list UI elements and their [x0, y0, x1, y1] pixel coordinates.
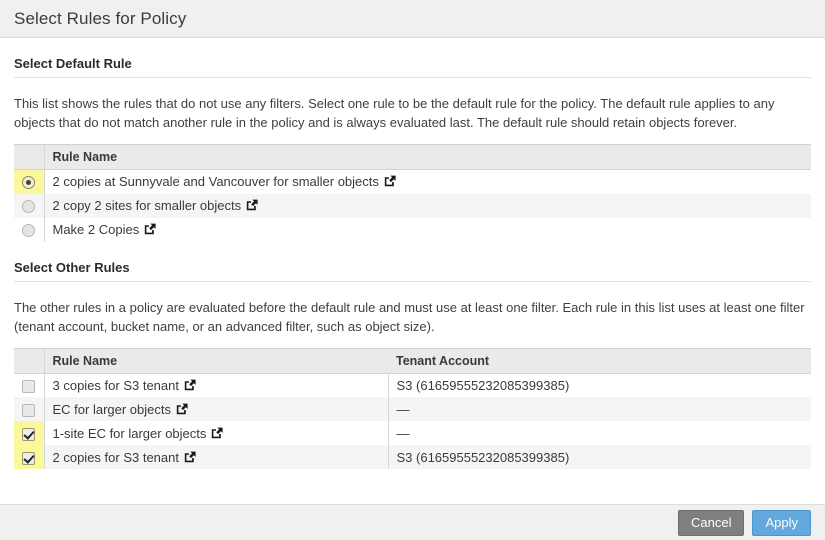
rule-name-label: EC for larger objects: [53, 402, 172, 417]
dialog-titlebar: Select Rules for Policy: [0, 0, 825, 38]
other-rule-checkbox[interactable]: [22, 452, 35, 465]
rule-name-label: 3 copies for S3 tenant: [53, 378, 179, 393]
default-rule-section-heading: Select Default Rule: [14, 38, 811, 78]
table-row[interactable]: 3 copies for S3 tenant S3 (61659555232085…: [14, 373, 811, 397]
dialog-footer: Cancel Apply: [0, 504, 825, 540]
cancel-button[interactable]: Cancel: [678, 510, 744, 536]
external-link-icon[interactable]: [144, 223, 156, 235]
other-rules-description: The other rules in a policy are evaluate…: [14, 282, 811, 348]
table-row[interactable]: Make 2 Copies: [14, 218, 811, 242]
rule-name-cell: 3 copies for S3 tenant: [44, 373, 388, 397]
other-rule-checkbox[interactable]: [22, 380, 35, 393]
tenant-account-cell: S3 (61659555232085399385): [388, 373, 811, 397]
rule-name-label: 2 copy 2 sites for smaller objects: [53, 198, 242, 213]
default-rule-radio-cell[interactable]: [14, 170, 44, 194]
rule-name-label: 1-site EC for larger objects: [53, 426, 207, 441]
rule-name-column-header: Rule Name: [44, 145, 811, 170]
table-row[interactable]: EC for larger objects —: [14, 397, 811, 421]
rule-name-cell: 2 copy 2 sites for smaller objects: [44, 194, 811, 218]
table-header-row: Rule Name: [14, 145, 811, 170]
table-row[interactable]: 1-site EC for larger objects —: [14, 421, 811, 445]
other-rules-section-heading: Select Other Rules: [14, 242, 811, 282]
other-rule-checkbox-cell[interactable]: [14, 397, 44, 421]
external-link-icon[interactable]: [184, 379, 196, 391]
rule-name-label: 2 copies for S3 tenant: [53, 450, 179, 465]
rule-name-cell: Make 2 Copies: [44, 218, 811, 242]
rule-name-label: 2 copies at Sunnyvale and Vancouver for …: [53, 174, 379, 189]
default-rule-radio[interactable]: [22, 200, 35, 213]
select-column-header: [14, 145, 44, 170]
table-row[interactable]: 2 copies at Sunnyvale and Vancouver for …: [14, 170, 811, 194]
other-rule-checkbox-cell[interactable]: [14, 445, 44, 469]
default-rule-radio-cell[interactable]: [14, 218, 44, 242]
tenant-account-cell: S3 (61659555232085399385): [388, 445, 811, 469]
other-rules-table: Rule Name Tenant Account 3 copies for S3…: [14, 348, 811, 470]
table-row[interactable]: 2 copy 2 sites for smaller objects: [14, 194, 811, 218]
external-link-icon[interactable]: [384, 175, 396, 187]
rule-name-cell: 1-site EC for larger objects: [44, 421, 388, 445]
tenant-account-column-header: Tenant Account: [388, 348, 811, 373]
table-header-row: Rule Name Tenant Account: [14, 348, 811, 373]
table-row[interactable]: 2 copies for S3 tenant S3 (61659555232085…: [14, 445, 811, 469]
dialog-content: Select Default Rule This list shows the …: [0, 38, 825, 469]
default-rules-table-body: 2 copies at Sunnyvale and Vancouver for …: [14, 170, 811, 242]
default-rule-radio-cell[interactable]: [14, 194, 44, 218]
other-rule-checkbox-cell[interactable]: [14, 373, 44, 397]
rule-name-column-header: Rule Name: [44, 348, 388, 373]
other-rule-checkbox-cell[interactable]: [14, 421, 44, 445]
default-rule-radio[interactable]: [22, 224, 35, 237]
select-column-header: [14, 348, 44, 373]
other-rule-checkbox[interactable]: [22, 428, 35, 441]
external-link-icon[interactable]: [211, 427, 223, 439]
external-link-icon[interactable]: [176, 403, 188, 415]
rule-name-label: Make 2 Copies: [53, 222, 140, 237]
external-link-icon[interactable]: [184, 451, 196, 463]
default-rule-radio[interactable]: [22, 176, 35, 189]
default-rules-table: Rule Name 2 copies at Sunnyvale and Vanc…: [14, 144, 811, 242]
dialog-title: Select Rules for Policy: [14, 9, 186, 29]
default-rules-table-head: Rule Name: [14, 145, 811, 170]
other-rule-checkbox[interactable]: [22, 404, 35, 417]
default-rule-description: This list shows the rules that do not us…: [14, 78, 811, 144]
apply-button[interactable]: Apply: [752, 510, 811, 536]
rule-name-cell: 2 copies for S3 tenant: [44, 445, 388, 469]
tenant-account-cell: —: [388, 397, 811, 421]
tenant-account-cell: —: [388, 421, 811, 445]
rule-name-cell: 2 copies at Sunnyvale and Vancouver for …: [44, 170, 811, 194]
other-rules-table-body: 3 copies for S3 tenant S3 (61659555232085…: [14, 373, 811, 469]
external-link-icon[interactable]: [246, 199, 258, 211]
other-rules-table-head: Rule Name Tenant Account: [14, 348, 811, 373]
rule-name-cell: EC for larger objects: [44, 397, 388, 421]
